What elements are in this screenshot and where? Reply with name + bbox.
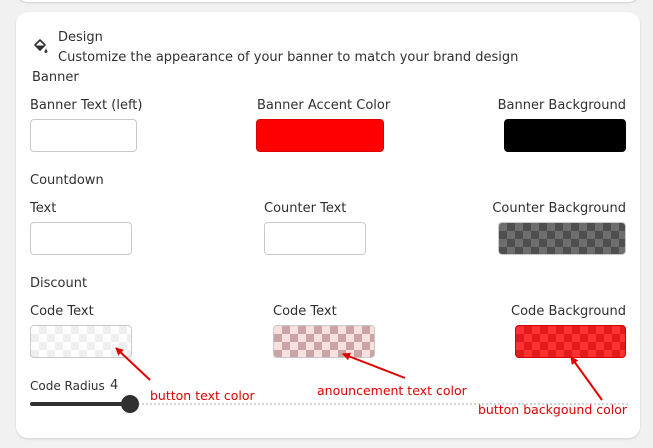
discount-heading: Discount xyxy=(30,276,88,291)
banner-background-label: Banner Background xyxy=(497,98,626,113)
code-text-color-swatch[interactable] xyxy=(30,325,132,358)
code-radius-value: 4 xyxy=(110,378,119,393)
annotation-button-text: button text color xyxy=(150,388,255,403)
code-text-label: Code Text xyxy=(30,304,94,319)
code-background-label: Code Background xyxy=(511,304,626,319)
annotation-button-background: button backgound color xyxy=(478,402,628,417)
paint-bucket-icon xyxy=(34,39,48,53)
code-text-color-swatch-2[interactable] xyxy=(273,325,375,358)
banner-text-color-swatch[interactable] xyxy=(30,119,137,152)
banner-heading: Banner xyxy=(32,70,79,85)
counter-text-color-swatch[interactable] xyxy=(264,222,366,255)
counter-background-label: Counter Background xyxy=(492,201,626,216)
countdown-text-label: Text xyxy=(30,201,57,216)
code-text-label-2: Code Text xyxy=(273,304,337,319)
banner-background-color-swatch[interactable] xyxy=(504,119,626,152)
counter-text-label: Counter Text xyxy=(264,201,347,216)
countdown-heading: Countdown xyxy=(30,173,104,188)
code-radius-slider-thumb[interactable] xyxy=(121,395,139,413)
banner-accent-label: Banner Accent Color xyxy=(257,98,391,113)
banner-text-label: Banner Text (left) xyxy=(30,98,143,113)
previous-card xyxy=(16,0,640,2)
code-background-color-swatch[interactable] xyxy=(515,325,626,358)
section-title: Design xyxy=(58,30,103,45)
annotation-announcement-text: anouncement text color xyxy=(317,383,467,398)
counter-background-color-swatch[interactable] xyxy=(498,222,626,255)
code-radius-slider-fill xyxy=(30,402,130,406)
section-subtitle: Customize the appearance of your banner … xyxy=(58,50,519,65)
banner-accent-color-swatch[interactable] xyxy=(256,119,384,152)
code-radius-label: Code Radius xyxy=(30,379,105,393)
countdown-text-color-swatch[interactable] xyxy=(30,222,132,255)
